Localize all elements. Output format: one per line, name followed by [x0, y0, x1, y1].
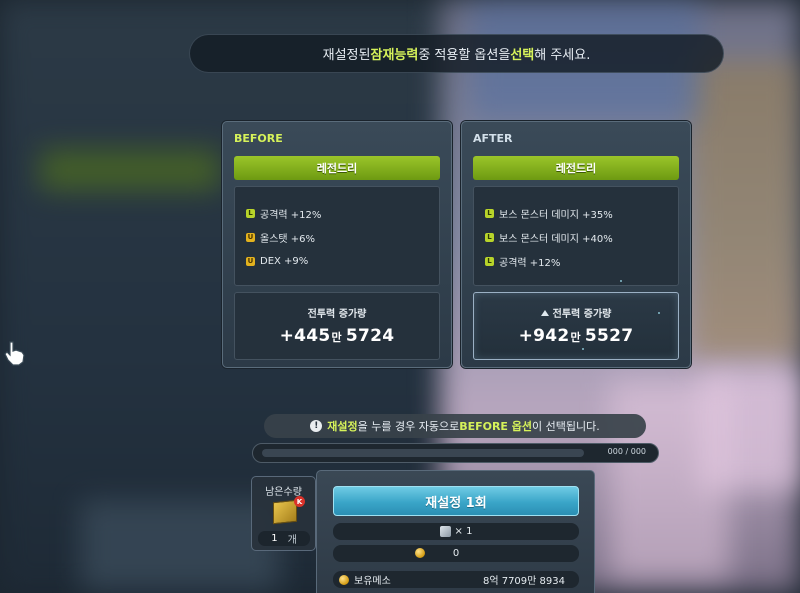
meso-coin-icon — [339, 574, 349, 585]
exclamation-icon: ! — [310, 420, 323, 432]
increase-arrow-icon — [540, 309, 549, 316]
progress-gauge: 000 / 000 — [252, 443, 659, 463]
after-grade-bar: 레전드리 — [473, 156, 679, 180]
after-option-3: L 공격력 +12% — [474, 249, 678, 273]
notice-text-2: 이 선택됩니다. — [532, 420, 600, 433]
remaining-count-value: 1 — [271, 533, 278, 544]
before-options-list: L 공격력 +12% U 올스탯 +6% U DEX +9% — [234, 186, 440, 286]
banner-text-2: 중 적용할 옵션을 — [418, 48, 511, 63]
before-power-value: +445만 5724 — [235, 326, 439, 346]
auto-select-notice: ! 재설정 을 누를 경우 자동으로 BEFORE 옵션 이 선택됩니다. — [264, 414, 646, 438]
remaining-count: 1 개 — [258, 531, 310, 546]
notice-highlight-reset: 재설정 — [327, 420, 358, 433]
legendary-tier-icon: L — [246, 208, 255, 218]
after-power-box: 전투력 증가량 +942만 5527 — [473, 292, 679, 360]
banner-highlight-select: 선택 — [510, 48, 535, 63]
held-meso-label-group: 보유메소 — [339, 572, 391, 587]
before-option-3: U DEX +9% — [235, 249, 439, 273]
after-power-value: +942만 5527 — [474, 326, 678, 346]
cube-cost: × 1 — [454, 526, 473, 537]
power-prefix: +942 — [518, 326, 570, 346]
option-text: 올스탯 +6% — [260, 233, 316, 245]
held-meso-value: 8억 7709만 8934 — [482, 576, 565, 587]
power-prefix: +445 — [279, 326, 331, 346]
option-text: 보스 몬스터 데미지 +35% — [499, 209, 613, 221]
after-power-label-row: 전투력 증가량 — [474, 305, 678, 320]
after-option-panel[interactable]: AFTER 레전드리 L 보스 몬스터 데미지 +35% L 보스 몬스터 데미… — [461, 121, 691, 368]
power-rest: 5527 — [584, 326, 634, 346]
after-options-list: L 보스 몬스터 데미지 +35% L 보스 몬스터 데미지 +40% L 공격… — [473, 186, 679, 286]
held-meso-row: 보유메소 8억 7709만 8934 — [333, 571, 579, 588]
after-power-label: 전투력 증가량 — [552, 309, 612, 320]
meso-coin-icon — [415, 548, 425, 558]
before-option-1: L 공격력 +12% — [235, 201, 439, 225]
before-title: BEFORE — [234, 132, 283, 145]
instruction-banner: 재설정된 잠재능력 중 적용할 옵션을 선택 해 주세요. — [189, 34, 724, 73]
power-unit: 만 — [331, 331, 342, 344]
cube-cost-row: × 1 — [333, 523, 579, 540]
power-unit: 만 — [570, 331, 581, 344]
sparkle-decoration — [582, 348, 584, 350]
legendary-tier-icon: L — [485, 232, 494, 242]
after-title: AFTER — [473, 132, 513, 145]
sparkle-decoration — [658, 312, 660, 314]
cube-badge-icon: K — [294, 496, 305, 507]
option-text: 보스 몬스터 데미지 +40% — [499, 233, 613, 245]
banner-text-3: 해 주세요. — [534, 48, 591, 63]
unique-tier-icon: U — [246, 232, 255, 242]
after-option-1: L 보스 몬스터 데미지 +35% — [474, 201, 678, 225]
meso-cost: 0 — [452, 548, 460, 559]
cube-icon — [439, 526, 451, 537]
notice-text-1: 을 누를 경우 자동으로 — [357, 420, 460, 433]
reset-panel: 재설정 1회 × 1 0 보유메소 8억 7709만 8934 — [316, 470, 595, 593]
legendary-tier-icon: L — [485, 208, 494, 218]
banner-text-1: 재설정된 — [322, 48, 371, 63]
before-option-2: U 올스탯 +6% — [235, 225, 439, 249]
notice-highlight-before: BEFORE 옵션 — [459, 420, 533, 433]
after-option-2: L 보스 몬스터 데미지 +40% — [474, 225, 678, 249]
power-rest: 5724 — [345, 326, 395, 346]
progress-track — [262, 449, 584, 457]
reset-button[interactable]: 재설정 1회 — [333, 486, 579, 516]
progress-text: 000 / 000 — [607, 447, 646, 456]
before-power-box: 전투력 증가량 +445만 5724 — [234, 292, 440, 360]
before-power-label: 전투력 증가량 — [307, 309, 367, 320]
remaining-count-unit: 개 — [287, 535, 297, 546]
option-text: DEX +9% — [260, 255, 309, 267]
sparkle-decoration — [620, 280, 622, 282]
unique-tier-icon: U — [246, 256, 255, 266]
banner-highlight-potential: 잠재능력 — [370, 48, 419, 63]
held-meso-label: 보유메소 — [354, 576, 391, 587]
remaining-label: 남은수량 — [265, 487, 302, 498]
meso-cost-row: 0 — [333, 545, 579, 562]
before-grade-bar: 레전드리 — [234, 156, 440, 180]
hand-cursor-icon — [4, 341, 25, 366]
before-option-panel[interactable]: BEFORE 레전드리 L 공격력 +12% U 올스탯 +6% U DEX +… — [222, 121, 452, 368]
option-text: 공격력 +12% — [260, 209, 322, 221]
option-text: 공격력 +12% — [499, 257, 561, 269]
legendary-tier-icon: L — [485, 256, 494, 266]
remaining-quantity-box: 남은수량 K 1 개 — [251, 476, 316, 551]
